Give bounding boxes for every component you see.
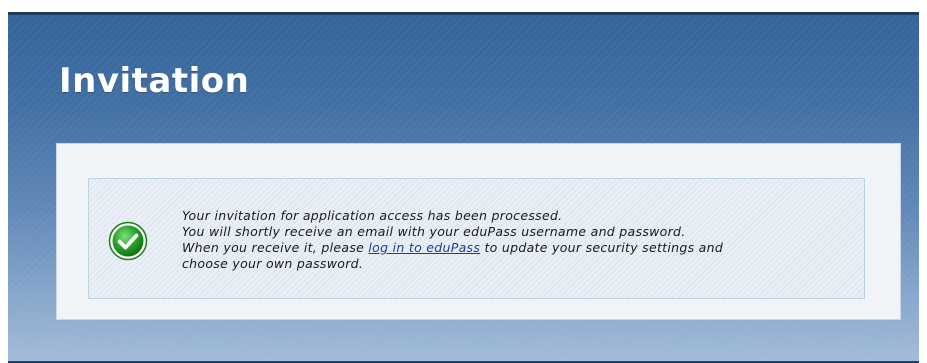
message-line-login-suffix: to update your security settings and [480, 240, 724, 255]
message-line-processed: Your invitation for application access h… [182, 208, 563, 223]
message-line-password: choose your own password. [182, 256, 364, 271]
message-line-login: When you receive it, please log in to ed… [182, 240, 842, 256]
success-message-box: Your invitation for application access h… [88, 178, 865, 299]
check-circle-icon [108, 221, 148, 261]
message-line-email: You will shortly receive an email with y… [182, 224, 686, 239]
login-link[interactable]: log in to eduPass [368, 240, 480, 255]
content-card: Your invitation for application access h… [56, 143, 901, 320]
page-title: Invitation [59, 61, 250, 101]
message-line-login-prefix: When you receive it, please [182, 240, 369, 255]
message-text: Your invitation for application access h… [182, 208, 842, 272]
page-frame: Invitation Your invitation for applicati… [8, 12, 919, 363]
